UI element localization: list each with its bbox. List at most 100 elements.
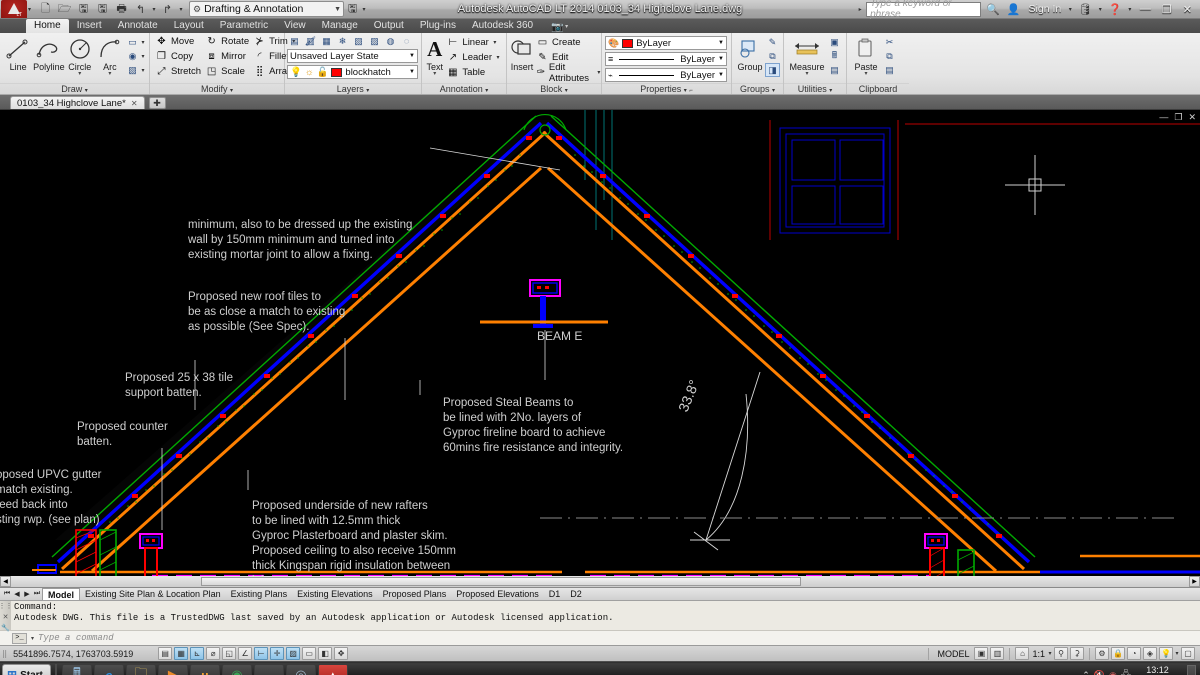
quick-select-icon[interactable]: ▣ bbox=[827, 35, 842, 49]
drive-taskbar-icon[interactable]: ▬ bbox=[254, 664, 284, 675]
coordinates-display[interactable]: 5541896.7574, 1763703.5919 bbox=[7, 649, 157, 659]
panel-modify-title[interactable]: Modify ▾ bbox=[150, 83, 284, 94]
viewport-restore-icon[interactable]: ❐ bbox=[1174, 112, 1182, 123]
viewport-icon[interactable]: ▥ bbox=[990, 647, 1004, 660]
save-icon[interactable]: 🖫 bbox=[75, 1, 92, 17]
layer-off-icon[interactable]: ▧ bbox=[351, 34, 366, 48]
drawing-canvas[interactable]: minimum, also to be dressed up the exist… bbox=[0, 109, 1200, 587]
panel-clipboard-title[interactable]: Clipboard bbox=[847, 83, 909, 94]
object-snap-toggle[interactable]: ∠ bbox=[238, 647, 252, 660]
new-icon[interactable]: 🗋 bbox=[37, 1, 54, 17]
hardware-accel-icon[interactable]: ◔ bbox=[1127, 647, 1141, 660]
layout-tab-proposed-plans[interactable]: Proposed Plans bbox=[378, 588, 452, 600]
infocenter-chevron-icon[interactable]: ▸ bbox=[857, 6, 863, 13]
snap-mode-toggle[interactable]: ▦ bbox=[174, 647, 188, 660]
line-tool[interactable]: Line bbox=[3, 35, 33, 72]
tab-home[interactable]: Home bbox=[26, 19, 69, 33]
infer-constraints-toggle[interactable]: ▤ bbox=[158, 647, 172, 660]
panel-properties-title[interactable]: Properties ▾ ⌐ bbox=[602, 83, 731, 94]
media-player-taskbar-icon[interactable]: ▶ bbox=[158, 664, 188, 675]
layout-tab-d1[interactable]: D1 bbox=[544, 588, 566, 600]
mirror-tool[interactable]: ⧈Mirror bbox=[203, 49, 251, 64]
layout-tab-proposed-elevations[interactable]: Proposed Elevations bbox=[451, 588, 544, 600]
quick-calc-icon[interactable]: 🖩 bbox=[827, 49, 842, 63]
signin-chevron-icon[interactable]: ▾ bbox=[1067, 6, 1073, 13]
panel-block-title[interactable]: Block ▾ bbox=[507, 83, 601, 94]
paste-special-icon[interactable]: ▤ bbox=[882, 63, 897, 77]
model-space-icon[interactable]: ▣ bbox=[974, 647, 988, 660]
apps-chevron-icon[interactable]: ▾ bbox=[1097, 6, 1103, 13]
panel-expand-icon[interactable]: ▾ bbox=[485, 88, 488, 94]
current-layer-combo[interactable]: 💡 ☼ 🔓 blockhatch ▼ bbox=[287, 65, 418, 79]
object-color-combo[interactable]: 🎨 ByLayer ▼ bbox=[605, 36, 727, 50]
undo-dropdown-icon[interactable]: ▾ bbox=[151, 6, 157, 13]
group-tool[interactable]: Group bbox=[735, 35, 765, 72]
tray-volume-icon[interactable]: 🔇 bbox=[1094, 670, 1105, 675]
customize-wrench-icon[interactable]: 🔧 bbox=[1, 624, 10, 633]
calculator-taskbar-icon[interactable]: 🖩 bbox=[62, 664, 92, 675]
polar-tracking-toggle[interactable]: ◱ bbox=[222, 647, 236, 660]
ortho-mode-toggle[interactable]: ⌀ bbox=[206, 647, 220, 660]
tab-view[interactable]: View bbox=[276, 19, 314, 33]
group-edit-icon[interactable]: ✎ bbox=[765, 35, 780, 49]
panel-layers-title[interactable]: Layers ▾ bbox=[285, 83, 421, 94]
workspace-switch-icon[interactable]: ⚙ bbox=[1095, 647, 1109, 660]
model-space-label[interactable]: MODEL bbox=[933, 649, 973, 659]
workspace-selector[interactable]: ⚙ Drafting & Annotation ▼ bbox=[189, 1, 344, 17]
dynamic-input-toggle[interactable]: ▨ bbox=[286, 647, 300, 660]
file-explorer-taskbar-icon[interactable]: 🗀 bbox=[126, 664, 156, 675]
redo-dropdown-icon[interactable]: ▾ bbox=[178, 6, 184, 13]
linear-dropdown-icon[interactable]: ▾ bbox=[492, 39, 498, 46]
layout-tab-existing-site-plan[interactable]: Existing Site Plan & Location Plan bbox=[80, 588, 226, 600]
rotate-tool[interactable]: ↻Rotate bbox=[203, 34, 251, 49]
tab-plugins[interactable]: Plug-ins bbox=[412, 19, 464, 33]
layout-tab-existing-plans[interactable]: Existing Plans bbox=[226, 588, 293, 600]
panel-expand-icon[interactable]: ▾ bbox=[829, 88, 832, 94]
text-dropdown-icon[interactable]: ▾ bbox=[433, 72, 436, 77]
layer-thaw-sun-icon[interactable]: ☼ bbox=[305, 67, 314, 78]
leader-dropdown-icon[interactable]: ▾ bbox=[495, 54, 501, 61]
panel-expand-icon[interactable]: ▾ bbox=[366, 88, 369, 94]
close-icon[interactable]: ✕ bbox=[131, 99, 138, 108]
measure-tool[interactable]: Measure ▾ bbox=[787, 35, 827, 77]
tray-expand-icon[interactable]: ⌃ bbox=[1082, 670, 1090, 675]
help-chevron-icon[interactable]: ▾ bbox=[1127, 6, 1133, 13]
hatch-dropdown-icon[interactable]: ▾ bbox=[140, 53, 146, 60]
open-icon[interactable]: 🗁 bbox=[56, 1, 73, 17]
help-icon[interactable]: ❓ bbox=[1106, 3, 1124, 16]
file-tab-highclove-lane[interactable]: 0103_34 Highclove Lane* ✕ bbox=[10, 96, 145, 109]
panel-annotation-title[interactable]: Annotation ▾ bbox=[422, 83, 506, 94]
stretch-tool[interactable]: ⤢Stretch bbox=[153, 64, 203, 79]
close-icon[interactable]: ✕ bbox=[3, 613, 9, 622]
show-desktop-button[interactable] bbox=[1187, 665, 1196, 675]
exchange-apps-icon[interactable]: 🛢 bbox=[1076, 3, 1094, 16]
viewport-close-icon[interactable]: ✕ bbox=[1188, 112, 1196, 123]
move-tool[interactable]: ✥Move bbox=[153, 34, 203, 49]
autoscale-icon[interactable]: ⚳ bbox=[1070, 647, 1084, 660]
chevron-down-icon[interactable]: ▼ bbox=[409, 53, 415, 59]
chevron-down-icon[interactable]: ▼ bbox=[409, 69, 415, 75]
edit-attr-dropdown-icon[interactable]: ▾ bbox=[597, 69, 602, 76]
sign-in-button[interactable]: Sign In bbox=[1026, 3, 1065, 15]
layer-color-swatch[interactable] bbox=[331, 68, 342, 77]
tab-insert[interactable]: Insert bbox=[69, 19, 110, 33]
grid-display-toggle[interactable]: ⊾ bbox=[190, 647, 204, 660]
layer-unlock-icon[interactable]: 🔓 bbox=[317, 67, 329, 78]
screencast-camera-icon[interactable]: 📷 bbox=[551, 22, 563, 33]
panel-utilities-title[interactable]: Utilities ▾ bbox=[784, 83, 846, 94]
disk-taskbar-icon[interactable]: ◎ bbox=[286, 664, 316, 675]
chevron-down-icon[interactable]: ▼ bbox=[718, 56, 724, 62]
last-layout-icon[interactable]: ⏭ bbox=[32, 590, 42, 598]
table-tool[interactable]: ▦Table bbox=[444, 65, 503, 80]
paste-dropdown-icon[interactable]: ▾ bbox=[864, 72, 867, 77]
taskbar-clock[interactable]: 13:12 02/05/2017 bbox=[1135, 665, 1180, 675]
chevron-down-icon[interactable]: ▼ bbox=[718, 72, 724, 78]
panel-draw-title[interactable]: Draw ▾ bbox=[0, 83, 149, 94]
autocad-taskbar-icon[interactable]: ▲ bbox=[318, 664, 348, 675]
chrome-taskbar-icon[interactable]: ◉ bbox=[222, 664, 252, 675]
rectangle-icon[interactable]: ▭ bbox=[125, 35, 140, 49]
lock-ui-icon[interactable]: 🔒 bbox=[1111, 647, 1125, 660]
leader-tool[interactable]: ↗Leader▾ bbox=[444, 50, 503, 65]
scroll-left-arrow-icon[interactable]: ◀ bbox=[0, 576, 11, 587]
new-tab-button[interactable]: ✚ bbox=[149, 97, 166, 109]
